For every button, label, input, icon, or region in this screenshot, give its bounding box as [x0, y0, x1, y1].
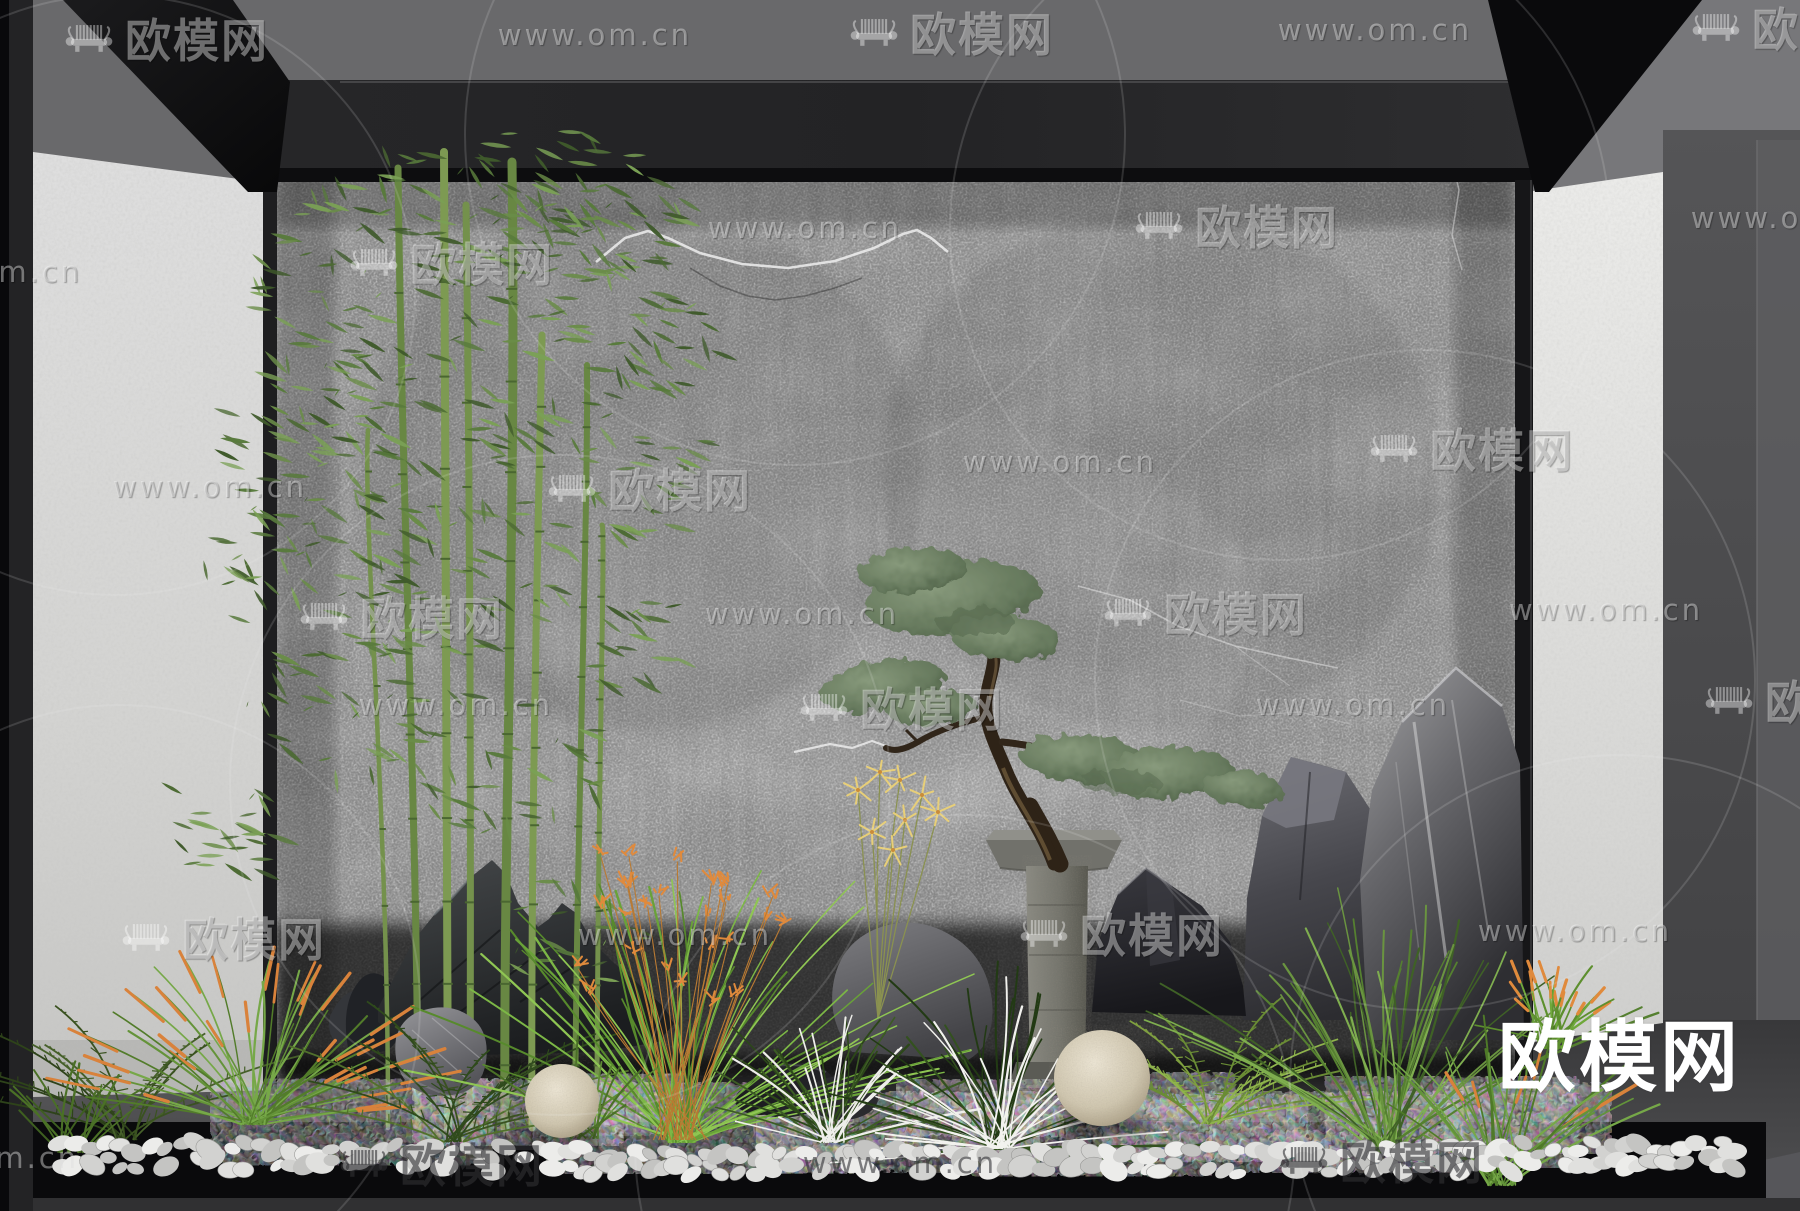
scene-root: 欧模网www.om.cn 欧模网www.om.cn 欧模网www.om.cn 欧…	[0, 0, 1800, 1211]
pine-foliage	[818, 547, 1282, 807]
bonsai-pine-tree	[818, 547, 1282, 873]
rock-group-right	[832, 666, 1524, 1060]
garden-scene	[0, 130, 1748, 1187]
rock-large-right	[1360, 668, 1524, 1040]
